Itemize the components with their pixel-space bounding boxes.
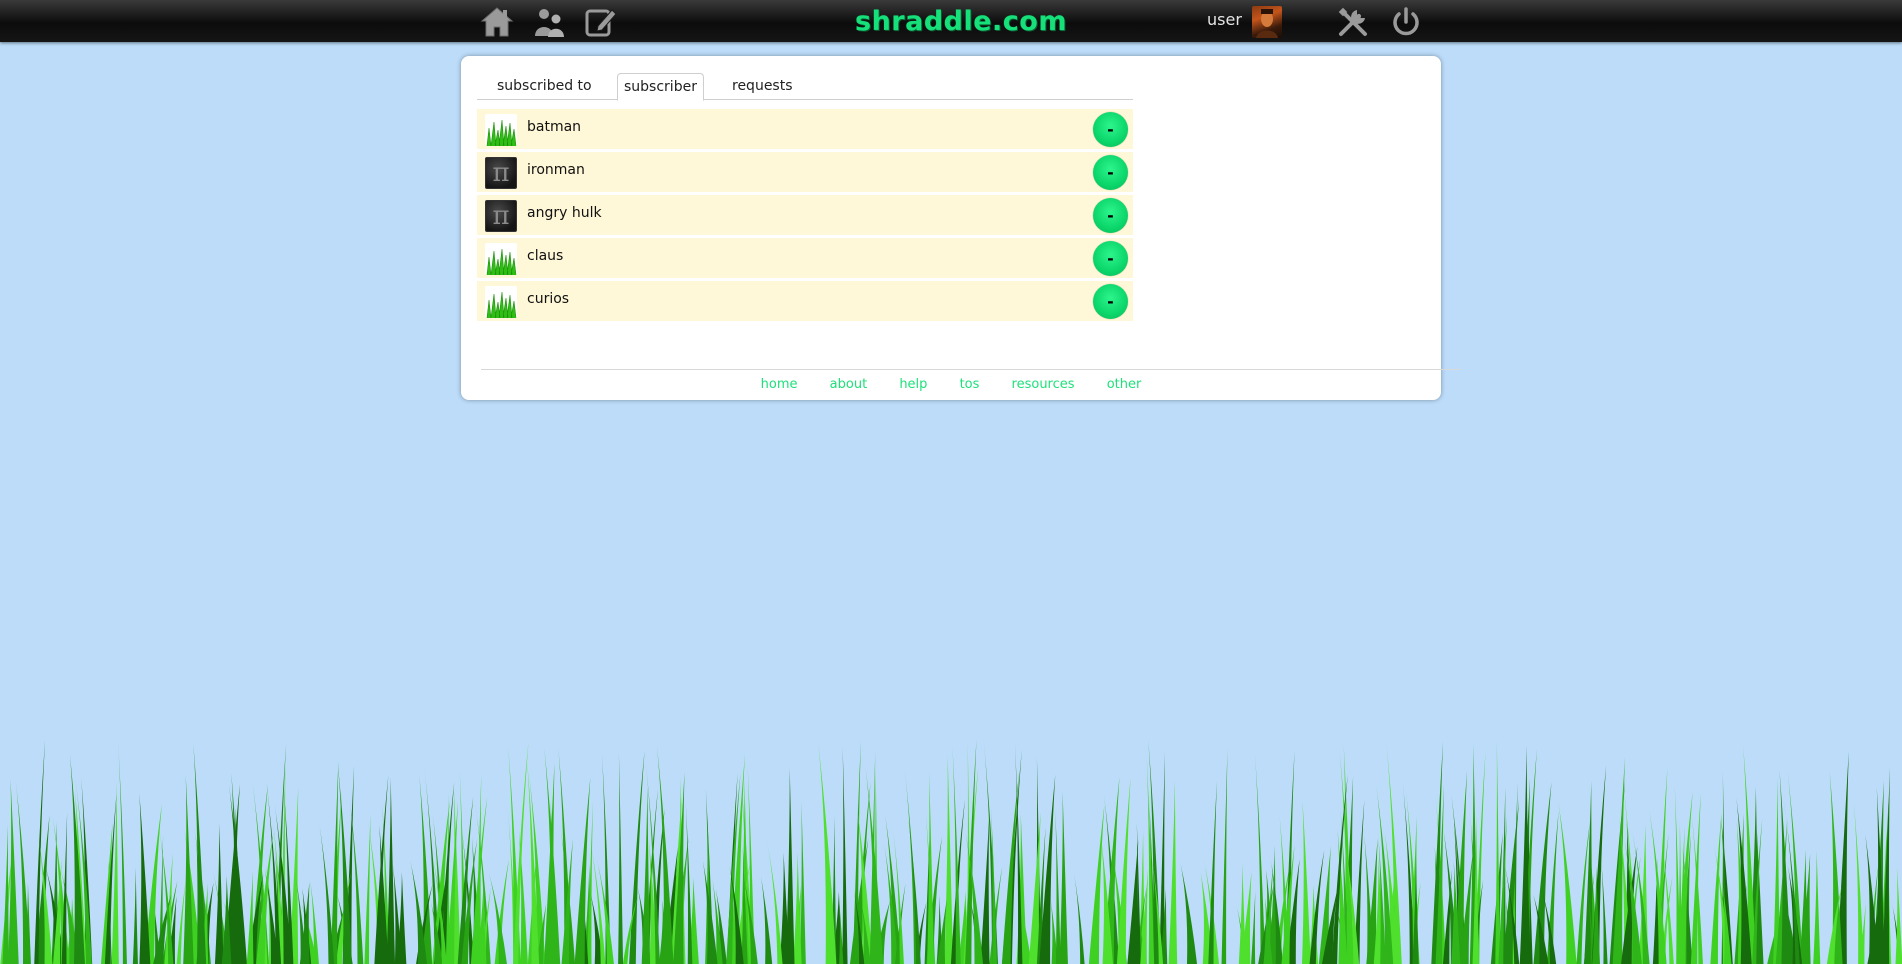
grass-blade: [1116, 777, 1131, 964]
grass-blade: [8, 778, 19, 964]
user-avatar[interactable]: [1252, 6, 1282, 38]
grass-blade: [1495, 740, 1501, 964]
grass-blade: [1601, 857, 1608, 964]
grass-blade: [1502, 800, 1520, 964]
subscriber-name[interactable]: angry hulk: [527, 205, 602, 221]
list-item: curios -: [477, 281, 1133, 321]
grass-blade: [927, 772, 935, 964]
grass-blade: [1059, 791, 1068, 964]
grass-blade: [183, 775, 194, 964]
grass-blade: [396, 871, 407, 964]
grass-blade: [944, 754, 954, 964]
grass-blade: [618, 752, 624, 964]
main-panel: subscribed to subscriber requests batman…: [461, 56, 1461, 400]
grass-blade: [1127, 839, 1139, 964]
subscriber-name[interactable]: ironman: [527, 162, 585, 178]
grass-blade: [1254, 752, 1266, 964]
grass-blade: [246, 870, 254, 964]
grass-blade: [818, 742, 837, 964]
remove-subscriber-button[interactable]: -: [1093, 284, 1128, 319]
remove-subscriber-button[interactable]: -: [1093, 112, 1128, 147]
grass-blade: [132, 867, 138, 964]
grass-blade: [1074, 873, 1085, 964]
home-icon[interactable]: [479, 4, 515, 40]
edit-icon[interactable]: [583, 4, 619, 40]
grass-blade: [15, 780, 31, 964]
grass-blade: [587, 802, 593, 964]
grass-blade: [1302, 800, 1311, 964]
grass-background: [0, 740, 1902, 964]
grass-blade: [980, 816, 990, 964]
grass-avatar-icon[interactable]: [485, 114, 517, 146]
pi-avatar-icon[interactable]: π: [485, 200, 517, 232]
subscriber-name[interactable]: claus: [527, 248, 563, 264]
grass-blade: [1088, 804, 1105, 964]
grass-avatar-icon[interactable]: [485, 243, 517, 275]
footer-link-tos[interactable]: tos: [960, 377, 980, 392]
footer-link-resources[interactable]: resources: [1012, 377, 1075, 392]
tab-bar: subscribed to subscriber requests: [477, 71, 1133, 101]
grass-blade: [386, 777, 396, 964]
tab-subscriber[interactable]: subscriber: [617, 73, 704, 101]
grass-blade: [1180, 863, 1198, 964]
grass-blade: [685, 802, 693, 964]
remove-subscriber-button[interactable]: -: [1093, 155, 1128, 190]
grass-blade: [1813, 850, 1821, 964]
grass-blade: [1251, 891, 1256, 964]
grass-blade: [800, 801, 806, 964]
grass-blade: [364, 813, 371, 964]
power-icon[interactable]: [1388, 4, 1424, 40]
tab-subscribed-to[interactable]: subscribed to: [491, 73, 598, 99]
footer-nav: home about help tos resources other: [461, 377, 1441, 392]
grass-blade: [214, 823, 224, 964]
grass-blade: [1238, 863, 1246, 964]
brand-logo[interactable]: shraddle.com: [855, 4, 1067, 38]
grass-blade: [1001, 772, 1020, 964]
user-name[interactable]: user: [1207, 10, 1242, 29]
users-icon[interactable]: [531, 4, 567, 40]
grass-blade: [1865, 834, 1879, 964]
list-item: batman -: [477, 109, 1133, 149]
grass-blade: [1055, 810, 1061, 964]
grass-blade: [760, 876, 773, 964]
footer-link-other[interactable]: other: [1107, 377, 1142, 392]
grass-blade: [1895, 867, 1902, 964]
top-bar: shraddle.com user: [0, 0, 1902, 42]
grass-blade: [544, 763, 555, 964]
tab-requests[interactable]: requests: [726, 73, 799, 99]
grass-blade: [118, 740, 127, 964]
remove-subscriber-button[interactable]: -: [1093, 241, 1128, 276]
grass-blade: [702, 860, 718, 964]
grass-blade: [1168, 780, 1178, 964]
grass-blade: [513, 741, 529, 964]
footer-link-help[interactable]: help: [899, 377, 927, 392]
grass-avatar-icon[interactable]: [485, 286, 517, 318]
list-item: π ironman -: [477, 152, 1133, 192]
list-item: π angry hulk -: [477, 195, 1133, 235]
grass-blade: [139, 793, 151, 964]
grass-blade: [318, 819, 335, 964]
grass-blade: [785, 767, 795, 964]
list-item: claus -: [477, 238, 1133, 278]
footer-divider: [481, 369, 1461, 370]
grass-blade: [1221, 749, 1228, 964]
remove-subscriber-button[interactable]: -: [1093, 198, 1128, 233]
grass-blade: [656, 746, 674, 964]
footer-link-about[interactable]: about: [830, 377, 868, 392]
subscriber-name[interactable]: curios: [527, 291, 569, 307]
grass-blade: [629, 750, 645, 964]
footer-link-home[interactable]: home: [761, 377, 798, 392]
subscriber-name[interactable]: batman: [527, 119, 581, 135]
pi-avatar-icon[interactable]: π: [485, 157, 517, 189]
grass-blade: [842, 746, 848, 964]
grass-blade: [2, 824, 10, 964]
tools-icon[interactable]: [1336, 4, 1372, 40]
grass-blade: [641, 785, 651, 964]
grass-blade: [1558, 801, 1577, 964]
